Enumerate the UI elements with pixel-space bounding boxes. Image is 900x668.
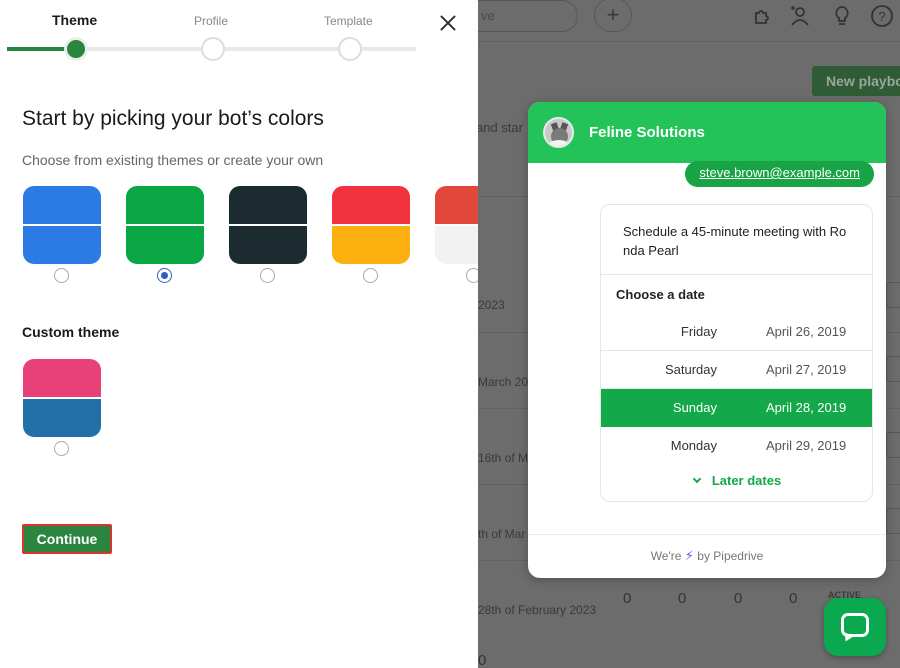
step-profile-dot[interactable] — [201, 37, 225, 61]
help-icon[interactable]: ? — [870, 4, 894, 28]
choose-date-label: Choose a date — [616, 287, 705, 302]
theme-radio-blue[interactable] — [54, 268, 69, 283]
row-date: 2023 — [478, 298, 505, 312]
chat-launcher-button[interactable] — [824, 598, 886, 656]
date-option-date: April 29, 2019 — [766, 438, 847, 453]
date-option-date: April 26, 2019 — [766, 324, 847, 339]
step-template-dot[interactable] — [338, 37, 362, 61]
step-profile-label[interactable]: Profile — [194, 14, 228, 28]
avatar — [543, 117, 574, 148]
count-value: 0 — [678, 590, 687, 607]
row-date: March 202 — [478, 375, 535, 389]
custom-theme-swatch[interactable] — [23, 359, 101, 437]
date-option-saturday[interactable]: Saturday April 27, 2019 — [601, 351, 872, 389]
bot-message: Schedule a 45-minute meeting with Ronda … — [601, 205, 872, 275]
stepper: Theme Profile Template — [0, 0, 478, 70]
page-subtitle: Choose from existing themes or create yo… — [22, 152, 324, 168]
row-date: 16th of M — [478, 451, 529, 465]
close-icon[interactable] — [437, 12, 459, 34]
widget-footer: We're ⚡︎ by Pipedrive — [528, 534, 886, 578]
theme-swatch-blue[interactable] — [23, 186, 101, 264]
theme-radio-dark[interactable] — [260, 268, 275, 283]
count-value: 0 — [623, 590, 632, 607]
lightbulb-icon[interactable] — [830, 4, 854, 28]
count-value: 0 — [734, 590, 743, 607]
continue-button[interactable]: Continue — [22, 524, 112, 554]
theme-radio-red-yellow[interactable] — [363, 268, 378, 283]
chatbot-preview: Feline Solutions steve.brown@example.com… — [528, 102, 886, 578]
date-option-date: April 28, 2019 — [766, 400, 847, 415]
svg-text:?: ? — [878, 9, 885, 24]
search-input[interactable]: ve — [478, 0, 578, 32]
later-dates-label: Later dates — [711, 473, 782, 488]
extensions-icon[interactable] — [750, 4, 774, 28]
date-option-day: Saturday — [664, 362, 717, 377]
date-option-day: Friday — [680, 324, 717, 339]
step-progress-line — [7, 47, 71, 51]
theme-radio-red-white[interactable] — [466, 268, 478, 283]
widget-header: Feline Solutions — [528, 102, 886, 163]
theme-swatch-red-yellow[interactable] — [332, 186, 410, 264]
row-date: 28th of February 2023 — [478, 603, 597, 617]
row-action-button[interactable] — [886, 356, 900, 382]
contacts-icon[interactable] — [788, 4, 812, 28]
later-dates-link[interactable]: Later dates — [601, 473, 872, 488]
user-message-email: steve.brown@example.com — [685, 161, 874, 187]
step-theme-label[interactable]: Theme — [52, 12, 97, 28]
scheduler-card: Schedule a 45-minute meeting with Ronda … — [600, 204, 873, 502]
footer-suffix: by Pipedrive — [697, 549, 764, 563]
theme-swatch-dark[interactable] — [229, 186, 307, 264]
theme-radio-green[interactable] — [157, 268, 172, 283]
count-value: 0 — [478, 652, 487, 668]
add-button[interactable]: + — [594, 0, 632, 32]
row-action-button[interactable] — [886, 508, 900, 534]
date-option-monday[interactable]: Monday April 29, 2019 — [601, 427, 872, 465]
theme-panel: Theme Profile Template Start by picking … — [0, 0, 478, 668]
background-text: and star — [478, 120, 523, 135]
step-template-label[interactable]: Template — [324, 14, 373, 28]
widget-title: Feline Solutions — [589, 124, 705, 141]
custom-theme-heading: Custom theme — [22, 324, 120, 340]
row-action-button[interactable] — [886, 432, 900, 458]
row-action-button[interactable] — [886, 282, 900, 308]
date-option-date: April 27, 2019 — [766, 362, 847, 377]
background-topbar: ve + ? — [478, 0, 900, 42]
row-date: th of Mar — [478, 527, 526, 541]
custom-theme-radio[interactable] — [54, 441, 69, 456]
page-title: Start by picking your bot’s colors — [22, 107, 324, 130]
step-theme-dot[interactable] — [64, 37, 88, 61]
count-value: 0 — [789, 590, 798, 607]
lightning-icon: ⚡︎ — [684, 548, 694, 563]
theme-swatch-red-white[interactable] — [435, 186, 478, 264]
chevron-down-icon — [692, 474, 702, 484]
date-option-day: Sunday — [672, 400, 717, 415]
step-track-line — [88, 47, 416, 51]
theme-swatch-green[interactable] — [126, 186, 204, 264]
date-option-friday[interactable]: Friday April 26, 2019 — [601, 313, 872, 351]
date-option-day: Monday — [670, 438, 717, 453]
new-playbook-button[interactable]: New playbo — [812, 66, 900, 96]
footer-prefix: We're — [650, 549, 682, 563]
date-option-sunday[interactable]: Sunday April 28, 2019 — [601, 389, 872, 427]
